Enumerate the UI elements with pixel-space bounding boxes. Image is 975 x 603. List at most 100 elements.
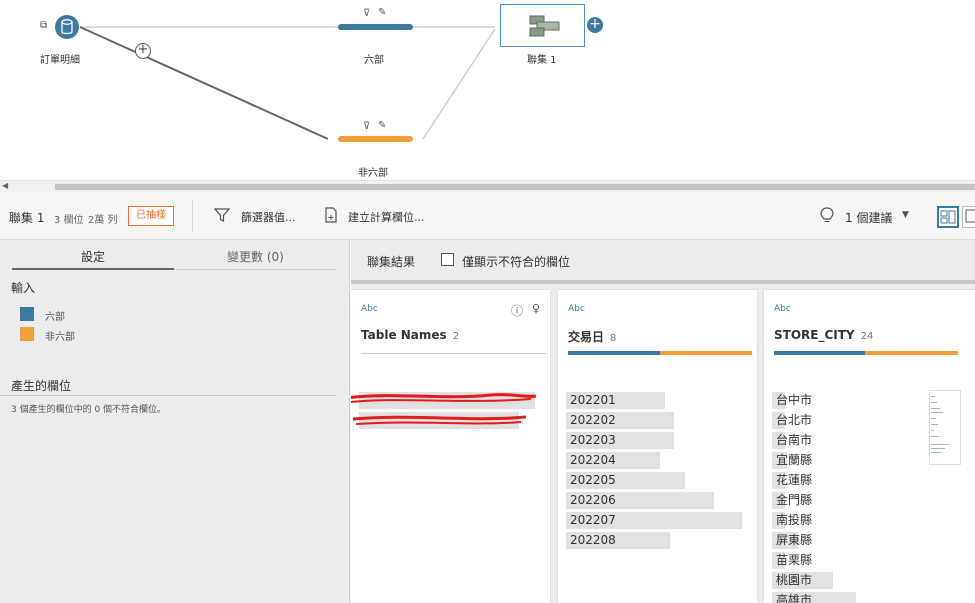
lightbulb-icon[interactable]: ♀ (532, 302, 540, 315)
value-text: 花蓮縣 (776, 473, 813, 487)
list-item[interactable]: 南投縣 (772, 512, 900, 529)
source-node-label: 訂單明細 (40, 55, 80, 66)
list-item[interactable]: 苗栗縣 (772, 552, 900, 569)
active-tab-indicator (12, 268, 174, 270)
list-item[interactable]: 台南市 (772, 432, 900, 449)
list-item[interactable]: 台北市 (772, 412, 900, 429)
union-node-label: 聯集 1 (527, 55, 557, 66)
header-rule (351, 280, 975, 284)
step-non-six-dept-bar[interactable] (338, 136, 413, 142)
list-view-button[interactable] (962, 206, 975, 228)
value-text: 202203 (570, 433, 616, 447)
toolbar-divider (192, 200, 193, 232)
mismatch-only-label[interactable]: 僅顯示不符合的欄位 (462, 253, 570, 270)
list-item[interactable]: 202202 (566, 412, 746, 429)
card-view-icon (940, 210, 956, 224)
list-item[interactable]: 202205 (566, 472, 746, 489)
mismatch-only-checkbox[interactable] (441, 253, 454, 266)
field-name: Table Names 2 (361, 328, 460, 342)
filter-icon[interactable] (214, 207, 230, 223)
filter-values-button[interactable]: 篩選器值... (241, 209, 296, 225)
list-item[interactable]: 202204 (566, 452, 746, 469)
generated-fields-title: 產生的欄位 (11, 379, 72, 393)
value-text: 202201 (570, 393, 616, 407)
union-node[interactable] (500, 4, 585, 47)
list-item[interactable]: 屏東縣 (772, 532, 900, 549)
value-text: 屏東縣 (776, 533, 813, 547)
union-results-panel: 聯集結果 僅顯示不符合的欄位 Abc ⓘ ♀ Table Names 2 Abc… (351, 240, 975, 603)
fields-count: 3 欄位 (54, 215, 84, 226)
add-step-plus-icon[interactable]: + (135, 43, 151, 59)
value-text: 202207 (570, 513, 616, 527)
list-item[interactable]: 202207 (566, 512, 746, 529)
value-text: 桃園市 (776, 573, 813, 587)
profile-view-button[interactable] (937, 206, 959, 228)
value-text: 宜蘭縣 (776, 453, 813, 467)
split-bar-orange (865, 351, 958, 355)
source-node[interactable] (55, 15, 79, 39)
tab-settings[interactable]: 設定 (81, 248, 105, 265)
database-icon (61, 19, 73, 35)
value-text: 202205 (570, 473, 616, 487)
profile-toolbar: 聯集 1 3 欄位 2萬 列 已抽樣 篩選器值... 建立計算欄位... 1 個… (0, 192, 975, 240)
value-text: 台中市 (776, 393, 813, 407)
filter-icon: ⊽ (363, 121, 371, 132)
horizontal-scrollbar[interactable]: ◀ (0, 180, 975, 192)
create-calculated-field-button[interactable]: 建立計算欄位... (348, 209, 425, 225)
info-icon[interactable]: ⓘ (511, 302, 523, 319)
list-item[interactable]: 202203 (566, 432, 746, 449)
scroll-left-arrow-icon[interactable]: ◀ (2, 181, 8, 190)
list-item[interactable]: 202208 (566, 532, 746, 549)
edit-icon: ✎ (378, 120, 387, 131)
flow-connectors (79, 26, 496, 140)
lightbulb-icon[interactable] (820, 207, 834, 225)
field-card-table-names[interactable]: Abc ⓘ ♀ Table Names 2 (351, 290, 550, 603)
scroll-minimap[interactable] (929, 390, 961, 465)
chevron-down-icon[interactable]: ▼ (902, 210, 909, 220)
input-label-six-dept: 六部 (45, 312, 65, 323)
input-swatch-non-six-dept (20, 327, 34, 341)
list-item[interactable]: 202201 (566, 392, 746, 409)
suggestions-button[interactable]: 1 個建議 (845, 209, 892, 226)
calculated-field-icon[interactable] (324, 207, 338, 223)
field-card-trade-date[interactable]: Abc 交易日 8 202201 202202 202203 202204 202205 2… (558, 290, 757, 603)
list-item[interactable]: 花蓮縣 (772, 472, 900, 489)
field-type-label: Abc (568, 304, 585, 314)
flow-canvas[interactable]: ⧉ 訂單明細 + ⊽ ✎ 六部 ⊽ ✎ 非六部 + 聯集 1 (0, 0, 975, 180)
field-type-label: Abc (774, 304, 791, 314)
inputs-title: 輸入 (11, 281, 36, 295)
union-results-label: 聯集結果 (367, 255, 416, 269)
list-item[interactable]: 桃園市 (772, 572, 900, 589)
value-text: 高雄市 (776, 593, 813, 603)
value-text: 苗栗縣 (776, 553, 813, 567)
filter-icon: ⊽ (363, 8, 371, 19)
union-icon (529, 15, 560, 37)
tab-changes[interactable]: 變更數 (0) (227, 248, 284, 265)
split-bar-blue (568, 351, 660, 355)
field-card-store-city[interactable]: Abc STORE_CITY 24 台中市台北市台南市宜蘭縣花蓮縣金門縣南投縣屏東… (764, 290, 975, 603)
split-bar-orange (660, 351, 752, 355)
list-item[interactable]: 台中市 (772, 392, 900, 409)
step-title: 聯集 1 (9, 211, 45, 225)
step-six-dept-label: 六部 (364, 55, 384, 66)
list-view-icon (965, 209, 975, 223)
input-link-icon: ⧉ (40, 20, 48, 31)
add-step-button[interactable]: + (587, 17, 603, 33)
step-six-dept-bar[interactable] (338, 24, 413, 30)
list-item[interactable]: 202206 (566, 492, 746, 509)
value-text: 南投縣 (776, 513, 813, 527)
list-item[interactable]: 金門縣 (772, 492, 900, 509)
edit-icon: ✎ (378, 7, 387, 18)
split-bar-blue (774, 351, 865, 355)
value-text: 202206 (570, 493, 616, 507)
redaction-scribble (351, 393, 537, 425)
field-rule (361, 353, 546, 354)
list-item[interactable]: 宜蘭縣 (772, 452, 900, 469)
step-non-six-dept-label: 非六部 (358, 168, 388, 179)
scroll-thumb[interactable] (55, 184, 975, 190)
list-item[interactable]: 高雄市 (772, 592, 900, 603)
sampled-badge[interactable]: 已抽樣 (128, 206, 174, 226)
value-text: 金門縣 (776, 493, 813, 507)
value-text: 202204 (570, 453, 616, 467)
field-name: STORE_CITY 24 (774, 328, 874, 342)
